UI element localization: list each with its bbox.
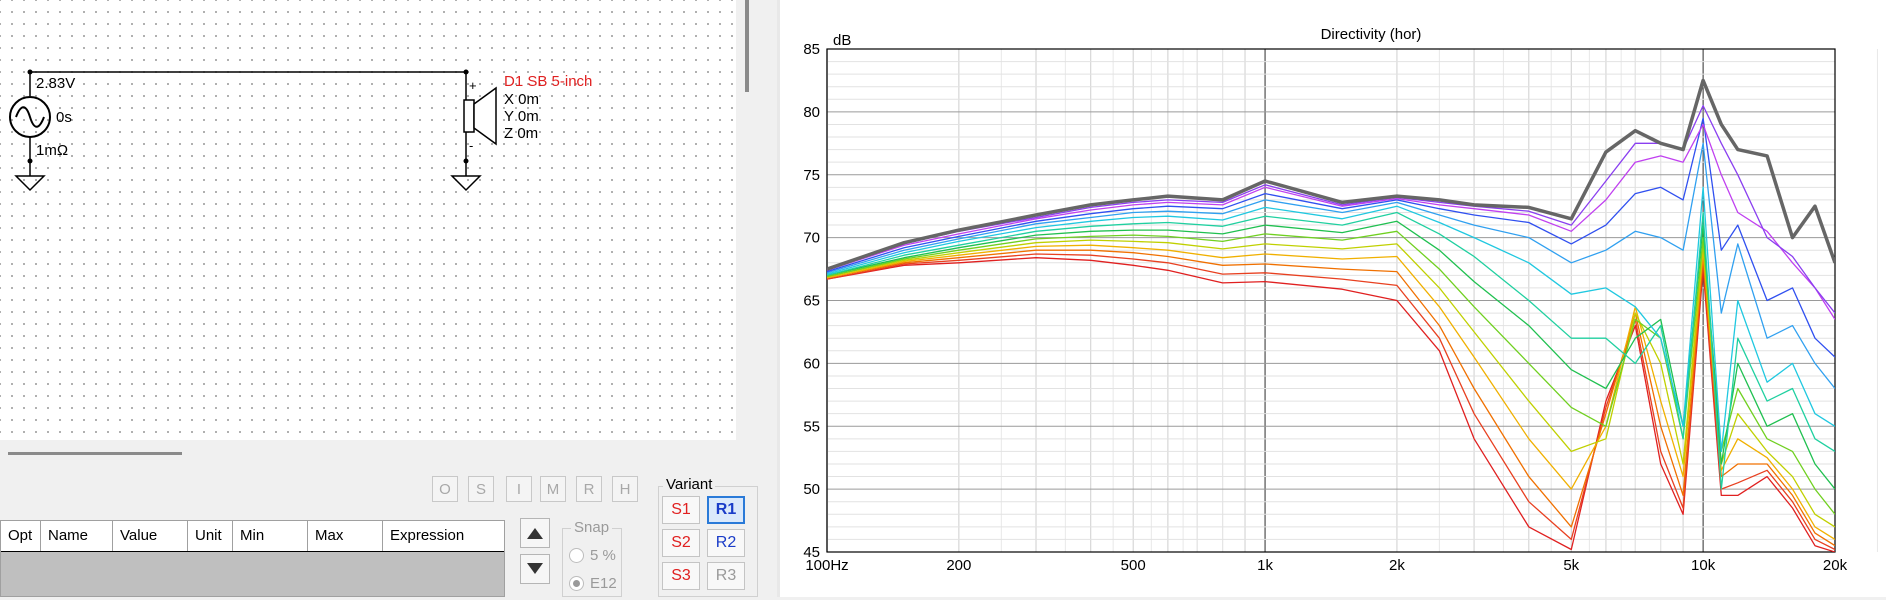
ground-icon-2 [450,175,482,192]
radio-e12[interactable] [569,576,584,591]
tool-h-button[interactable]: H [612,476,638,502]
sine-wave-icon [15,106,45,128]
driver-plus-label: + [469,78,477,93]
series-line-4 [827,142,1835,389]
parameter-grid[interactable]: Opt Name Value Unit Min Max Expression [0,520,505,597]
variant-title: Variant [663,476,716,493]
y-tick-label: 55 [803,418,820,435]
variant-s3-button[interactable]: S3 [662,562,700,590]
x-tick-label: 10k [1691,557,1716,574]
col-name[interactable]: Name [41,521,113,551]
snap-5pct-label: 5 % [590,547,616,564]
driver-x-label: X 0m [504,91,539,108]
triangle-up-icon [527,528,543,539]
top-left-node [27,69,33,75]
ground-icon-1 [14,175,46,192]
schematic-hscrollbar[interactable] [8,452,182,455]
speaker-icon[interactable] [463,86,497,146]
y-tick-label: 70 [803,230,820,247]
y-tick-label: 50 [803,481,820,498]
move-down-button[interactable] [520,554,550,584]
variant-r1-button[interactable]: R1 [707,496,745,524]
col-opt[interactable]: Opt [1,521,41,551]
y-tick-label: 75 [803,167,820,184]
tool-i-button[interactable]: I [506,476,532,502]
variant-group: Variant S1 R1 S2 R2 S3 R3 [658,476,758,597]
directivity-chart: 45 50 55 60 65 70 75 80 85 100Hz 200 500 1k 2k 5k 10k 20… [780,0,1886,597]
driver-minus-label: - [469,138,473,153]
x-tick-label: 500 [1121,557,1146,574]
schematic-canvas[interactable]: 2.83V 0s 1mΩ + - D1 SB 5-inch X 0m Y 0m … [0,0,736,440]
y-tick-label: 60 [803,355,820,372]
triangle-down-icon [527,563,543,574]
driver-z-label: Z 0m [504,125,538,142]
snap-e12-label: E12 [590,575,617,592]
x-tick-label: 200 [946,557,971,574]
col-value[interactable]: Value [113,521,188,551]
source-node [27,158,33,164]
tool-r-button[interactable]: R [576,476,602,502]
series-line-13 [827,257,1835,552]
col-max[interactable]: Max [308,521,383,551]
tool-m-button[interactable]: M [540,476,566,502]
col-expression[interactable]: Expression [383,521,504,551]
series-line-2 [827,123,1835,320]
y-tick-label: 80 [803,104,820,121]
x-tick-label: 20k [1823,557,1848,574]
variant-r2-button[interactable]: R2 [707,529,745,557]
snap-option-5pct[interactable]: 5 % [569,547,616,564]
source-resistance-label: 1mΩ [36,142,68,159]
driver-node [463,158,469,164]
source-delay-label: 0s [56,109,72,126]
col-unit[interactable]: Unit [188,521,233,551]
x-tick-label: 100Hz [805,557,848,574]
driver-y-label: Y 0m [504,108,539,125]
y-tick-label: 85 [803,41,820,58]
parameter-grid-header: Opt Name Value Unit Min Max Expression [1,521,504,552]
series-line-12 [827,253,1835,551]
x-tick-label: 2k [1389,557,1405,574]
driver-name-label[interactable]: D1 SB 5-inch [504,73,592,90]
snap-group: Snap 5 % E12 [562,519,622,597]
x-tick-label: 5k [1563,557,1579,574]
schematic-drawing: 2.83V 0s 1mΩ + - D1 SB 5-inch X 0m Y 0m … [9,69,592,192]
radio-5pct[interactable] [569,548,584,563]
chart-title: Directivity (hor) [1321,26,1422,43]
variant-s1-button[interactable]: S1 [662,496,700,524]
variant-s2-button[interactable]: S2 [662,529,700,557]
tool-s-button[interactable]: S [468,476,494,502]
snap-title: Snap [571,519,613,536]
schematic-vscrollbar[interactable] [745,0,749,92]
variant-r3-button[interactable]: R3 [707,562,745,590]
tool-o-button[interactable]: O [432,476,458,502]
x-tick-label: 1k [1257,557,1273,574]
source-voltage-label: 2.83V [36,75,75,92]
move-up-button[interactable] [520,518,550,548]
col-min[interactable]: Min [233,521,308,551]
y-tick-label: 65 [803,293,820,310]
chart-svg: 455055606570758085100Hz 200 500 1k 2k 5k 10k 20… [803,26,1878,574]
y-axis-label: dB [833,32,851,49]
snap-option-e12[interactable]: E12 [569,575,617,592]
